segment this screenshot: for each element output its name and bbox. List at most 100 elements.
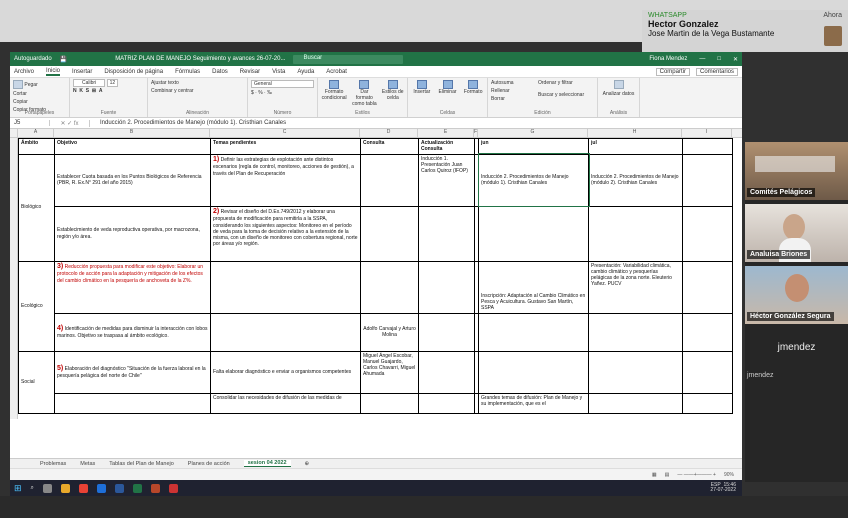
minimize-icon[interactable]: — (699, 56, 705, 63)
sheet-tab[interactable]: Planes de acción (188, 461, 230, 467)
find-select-button[interactable]: Buscar y seleccionar (538, 92, 593, 98)
menu-item[interactable]: Disposición de página (104, 69, 163, 75)
group-label: Estilos (355, 110, 370, 116)
objetivo-cell[interactable]: 5) Elaboración del diagnóstico "Situació… (54, 350, 211, 394)
analyze-data-button[interactable]: Analizar datos (601, 91, 636, 97)
menu-item[interactable]: Inicio (46, 68, 61, 76)
app-icon[interactable] (168, 483, 178, 493)
jul-cell[interactable]: Presentación: Variabilidad climática, ca… (588, 260, 683, 314)
user-name[interactable]: Fiona Mendez (649, 56, 687, 63)
sheet-tab[interactable]: Metas (80, 461, 95, 467)
outlook-icon[interactable] (96, 483, 106, 493)
maximize-icon[interactable]: □ (717, 56, 721, 63)
participant-tile[interactable]: Héctor González Segura (745, 266, 848, 324)
menu-item[interactable]: Datos (212, 69, 228, 75)
task-view-icon[interactable] (42, 483, 52, 493)
consulta-cell[interactable] (360, 153, 419, 207)
name-box[interactable]: J5 (10, 120, 50, 126)
add-sheet-icon[interactable]: ⊕ (305, 461, 310, 467)
font-name-select[interactable]: Calibri (73, 79, 106, 87)
tema-cell[interactable]: Consolidar las necesidades de difusión d… (210, 392, 361, 414)
font-size-select[interactable]: 12 (106, 79, 119, 87)
page-layout-icon[interactable]: ▤ (665, 472, 670, 478)
jun-cell-selected[interactable]: Inducción 2. Procedimientos de Manejo (m… (477, 153, 590, 207)
column-header[interactable]: G (478, 129, 588, 137)
objetivo-cell[interactable]: Establecimiento de veda reproductiva ope… (54, 205, 211, 262)
ambito-ecologico[interactable]: Ecológico (18, 260, 55, 352)
autosave-label[interactable]: Autoguardado (14, 56, 52, 62)
close-icon[interactable]: ✕ (733, 56, 738, 63)
menu-item[interactable]: Ayuda (297, 69, 314, 75)
cell-styles-label: Estilos de celda (381, 89, 404, 101)
column-header[interactable] (10, 129, 18, 137)
column-header[interactable]: I (682, 129, 732, 137)
objetivo-cell[interactable]: 3) Reducción propuesta para modificar es… (54, 260, 211, 314)
ambito-social[interactable]: Social (18, 350, 55, 414)
tema-cell[interactable]: Falta elaborar diagnóstico e enviar a or… (210, 350, 361, 394)
notification-app: WHATSAPP (648, 12, 687, 19)
zoom-level[interactable]: 90% (724, 472, 734, 478)
group-label: Fuente (100, 110, 117, 116)
spreadsheet-grid[interactable]: Ámbito Objetivo Temas pendientes Consult… (10, 138, 742, 419)
word-icon[interactable] (114, 483, 124, 493)
normal-view-icon[interactable]: ▦ (652, 472, 657, 478)
format-icon (468, 80, 479, 89)
participant-tile[interactable]: Analuisa Briones (745, 204, 848, 262)
objetivo-cell[interactable]: Establecer Cuota basada en los Puntos Bi… (54, 153, 211, 207)
fx-icon[interactable]: ✕ ✓ fx (50, 119, 90, 127)
excel-icon[interactable] (132, 483, 142, 493)
column-header[interactable]: E (418, 129, 474, 137)
ambito-biologico[interactable]: Biológico (18, 153, 55, 262)
number-buttons[interactable]: $ · % · ‰ (251, 90, 314, 96)
objetivo-text: Identificación de medidas para disminuir… (57, 325, 208, 340)
wrap-text-button[interactable]: Ajustar texto (151, 80, 244, 86)
file-explorer-icon[interactable] (60, 483, 70, 493)
search-input[interactable]: Buscar (293, 54, 404, 64)
powerpoint-icon[interactable] (150, 483, 160, 493)
formula-input[interactable]: Inducción 2. Procedimientos de Manejo (m… (90, 120, 286, 126)
consulta-cell[interactable]: Miguel Ángel Escobar, Manuel Guajardo, C… (360, 350, 419, 394)
column-header[interactable]: H (588, 129, 682, 137)
sheet-tab[interactable]: sesion 04 2022 (243, 460, 291, 467)
menu-item[interactable]: Archivo (14, 69, 34, 75)
share-button[interactable]: Compartir (655, 67, 690, 76)
font-style-buttons[interactable]: N K S ⊞ A (73, 88, 144, 94)
sheet-tab[interactable]: Tablas del Plan de Manejo (109, 461, 174, 467)
copy-button[interactable]: Copiar (13, 99, 66, 105)
tema-cell[interactable]: 2) Revisar el diseño del D.Ex.749/2012 y… (210, 205, 361, 262)
jun-cell[interactable]: Inscripción: Adaptación al Cambio Climát… (478, 260, 589, 314)
objetivo-cell[interactable]: 4) Identificación de medidas para dismin… (54, 312, 211, 352)
paste-icon[interactable] (13, 80, 23, 89)
whatsapp-notification[interactable]: WHATSAPP Hector Gonzalez Jose Martin de … (642, 10, 848, 52)
tema-cell[interactable]: 1) Definir las estrategias de explotació… (210, 153, 361, 207)
menu-item[interactable]: Fórmulas (175, 69, 200, 75)
column-header[interactable]: D (360, 129, 418, 137)
menu-item[interactable]: Acrobat (326, 69, 347, 75)
paste-button[interactable]: Pegar (24, 82, 37, 88)
analyze-data-icon[interactable] (613, 80, 624, 89)
column-header[interactable]: A (18, 129, 54, 137)
system-clock[interactable]: ESP 15:46 27-07-2022 (710, 482, 742, 494)
save-icon[interactable]: 💾 (60, 56, 67, 63)
cut-button[interactable]: Cortar (13, 91, 66, 97)
zoom-slider[interactable]: — ——+——— + (677, 472, 716, 478)
actualizacion-cell[interactable]: Inducción 1. Presentación Juan Carlos Qu… (418, 153, 475, 207)
merge-center-button[interactable]: Combinar y centrar (151, 88, 244, 94)
sort-filter-button[interactable]: Ordenar y filtrar (538, 80, 573, 86)
comments-button[interactable]: Comentarios (695, 67, 738, 76)
menu-item[interactable]: Vista (272, 69, 285, 75)
column-header[interactable]: C (210, 129, 360, 137)
menu-item[interactable]: Revisar (240, 69, 260, 75)
sheet-tab[interactable]: Problemas (40, 461, 66, 467)
number-format-select[interactable]: General (251, 80, 314, 88)
windows-start-icon[interactable]: ⊞ (14, 483, 22, 494)
jul-cell[interactable]: Inducción 2. Procedimientos de Manejo (m… (588, 153, 683, 207)
column-header[interactable]: B (54, 129, 210, 137)
search-icon[interactable]: ⌕ (31, 485, 34, 492)
participant-tile[interactable]: Comités Pelágicos (745, 142, 848, 200)
objetivo-text: Elaboración del diagnóstico "Situación d… (57, 365, 206, 380)
chrome-icon[interactable] (78, 483, 88, 493)
menu-item[interactable]: Insertar (72, 69, 92, 75)
consulta-cell[interactable]: Adolfo Carvajal y Arturo Molina (360, 312, 419, 352)
jun-cell[interactable]: Grandes temas de difusión: Plan de Manej… (478, 392, 589, 414)
